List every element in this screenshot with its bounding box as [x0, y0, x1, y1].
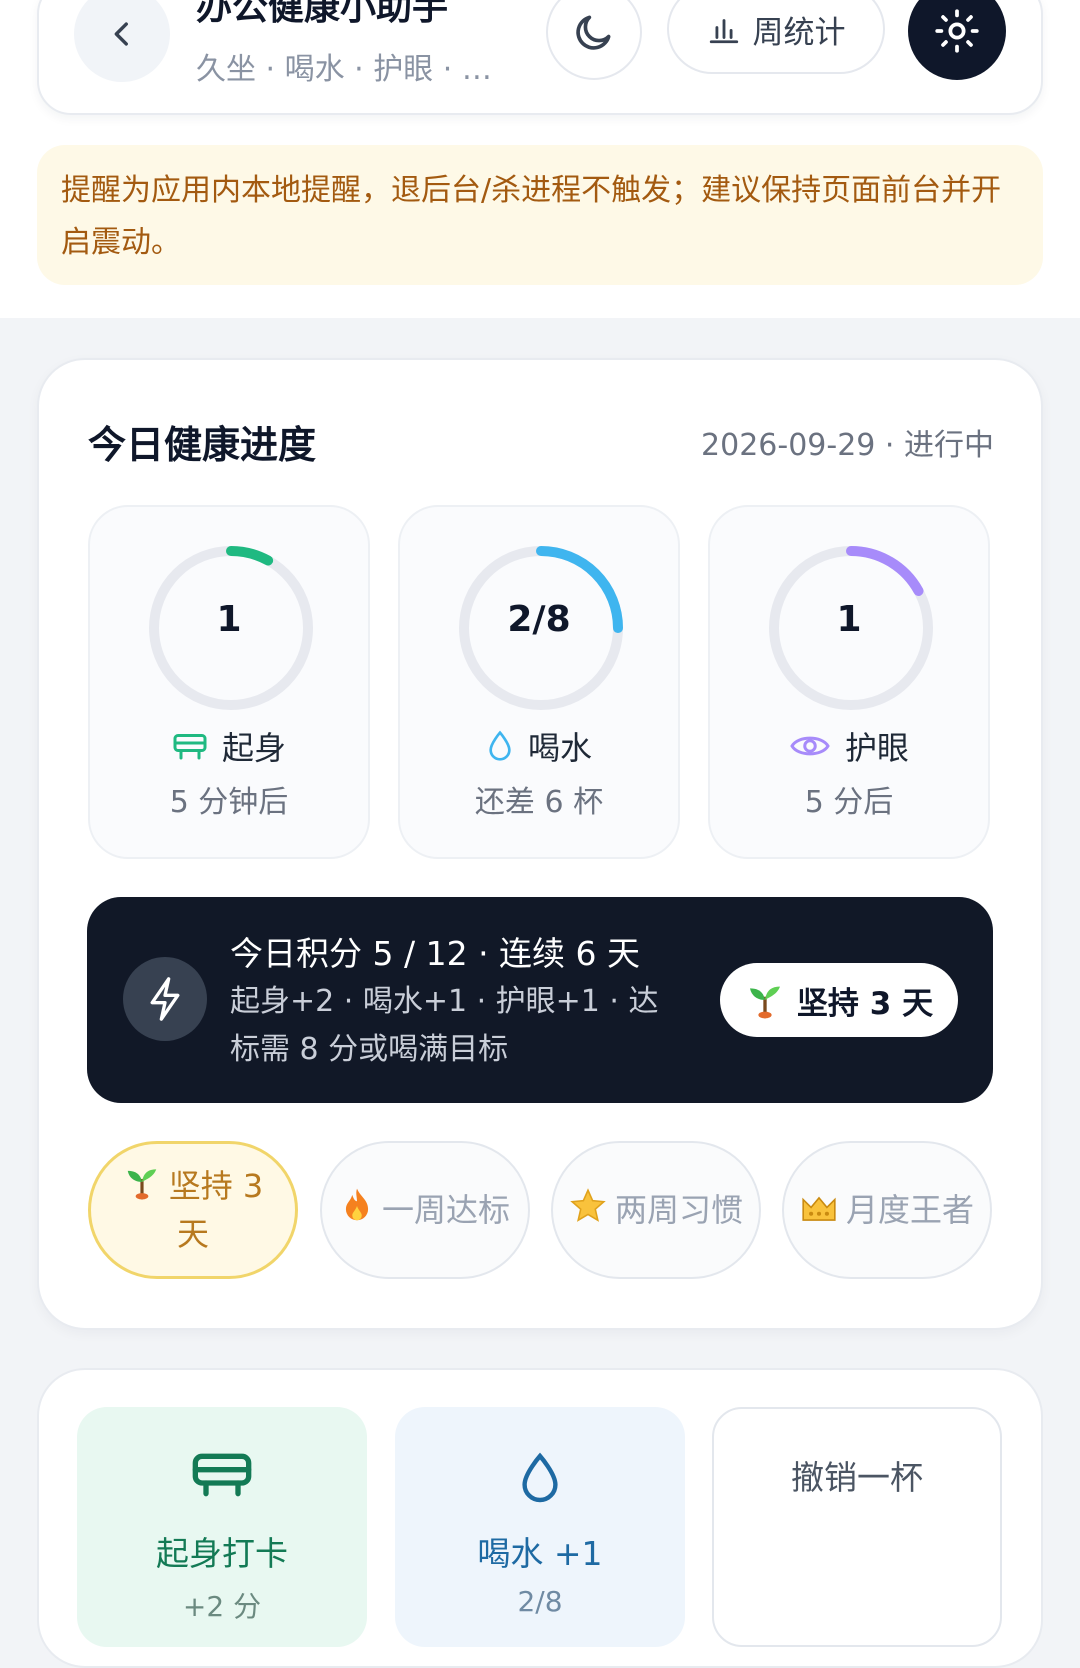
week-stats-button[interactable]: 周统计	[667, 0, 885, 74]
eye-count: 1	[836, 599, 862, 640]
undo-cup-button[interactable]: 撤销一杯	[712, 1407, 1002, 1647]
settings-sun-icon	[935, 9, 979, 53]
stand-action-icon-wrap	[77, 1451, 367, 1499]
chevron-left-icon	[114, 22, 128, 46]
water-drop-icon	[489, 730, 511, 761]
undo-cup-label: 撤销一杯	[791, 1458, 923, 1497]
water-count: 2/8	[507, 599, 571, 640]
metric-water[interactable]: 2/8 喝水 还差 6 杯	[398, 505, 680, 859]
stand-checkin-points: +2 分	[182, 1590, 262, 1623]
badge-label: 一周达标	[381, 1191, 510, 1229]
badge-monthly-king[interactable]: 月度王者	[782, 1141, 992, 1279]
score-detail: 起身+2 · 喝水+1 · 护眼+1 · 达标需 8 分或喝满目标	[230, 984, 659, 1067]
water-drop-icon	[522, 1452, 558, 1503]
progress-date-status: 2026-09-29 · 进行中	[701, 428, 994, 463]
fire-icon	[345, 1188, 369, 1221]
water-label-row: 喝水	[400, 723, 678, 769]
badge-label: 月度王者	[846, 1191, 975, 1229]
water-plus-count: 2/8	[517, 1585, 563, 1618]
app-title: 办公健康小助手	[196, 0, 449, 28]
sprout-icon	[749, 986, 780, 1019]
eye-icon	[790, 736, 830, 756]
streak-pill[interactable]: 坚持 3 天	[720, 963, 958, 1037]
bar-chart-icon	[709, 19, 738, 44]
eye-label: 护眼	[844, 729, 909, 767]
header-card	[37, 0, 1043, 115]
progress-title: 今日健康进度	[88, 423, 317, 467]
water-label: 喝水	[527, 729, 592, 767]
eye-label-row: 护眼	[710, 723, 988, 769]
stand-next: 5 分钟后	[169, 785, 289, 820]
stand-desk-icon	[192, 1453, 252, 1497]
water-remaining: 还差 6 杯	[474, 785, 604, 820]
stand-label-row: 起身	[90, 723, 368, 769]
badge-streak-3[interactable]: 坚持 3 天	[88, 1141, 298, 1279]
metric-eye[interactable]: 1 护眼 5 分后	[708, 505, 990, 859]
badge-two-weeks[interactable]: 两周习惯	[551, 1141, 761, 1279]
metric-stand[interactable]: 1 起身 5 分钟后	[88, 505, 370, 859]
badge-label: 两周习惯	[615, 1191, 744, 1229]
lightning-icon	[150, 977, 180, 1021]
stand-checkin-label: 起身打卡	[156, 1534, 288, 1573]
stand-label: 起身	[221, 729, 286, 767]
bolt-badge	[123, 957, 207, 1041]
badge-label: 坚持 3 天	[168, 1167, 264, 1253]
score-summary: 今日积分 5 / 12 · 连续 6 天	[230, 934, 641, 973]
stand-checkin-button[interactable]: 起身打卡 +2 分	[77, 1407, 367, 1647]
eye-next: 5 分后	[804, 785, 894, 820]
app-subtitle: 久坐 · 喝水 · 护眼 · …	[196, 52, 492, 87]
water-plus-button[interactable]: 喝水 +1 2/8	[395, 1407, 685, 1647]
crown-icon	[802, 1196, 836, 1221]
moon-icon	[576, 15, 611, 50]
water-action-icon-wrap	[395, 1451, 685, 1505]
sprout-icon	[127, 1169, 156, 1200]
stand-desk-icon	[173, 734, 207, 760]
reminder-notice: 提醒为应用内本地提醒，退后台/杀进程不触发；建议保持页面前台并开启震动。	[37, 145, 1043, 285]
badge-one-week[interactable]: 一周达标	[320, 1141, 530, 1279]
water-plus-label: 喝水 +1	[477, 1534, 603, 1573]
streak-pill-label: 坚持 3 天	[796, 985, 934, 1022]
stand-count: 1	[216, 599, 242, 640]
week-stats-label: 周统计	[752, 14, 846, 51]
star-icon	[570, 1188, 606, 1222]
